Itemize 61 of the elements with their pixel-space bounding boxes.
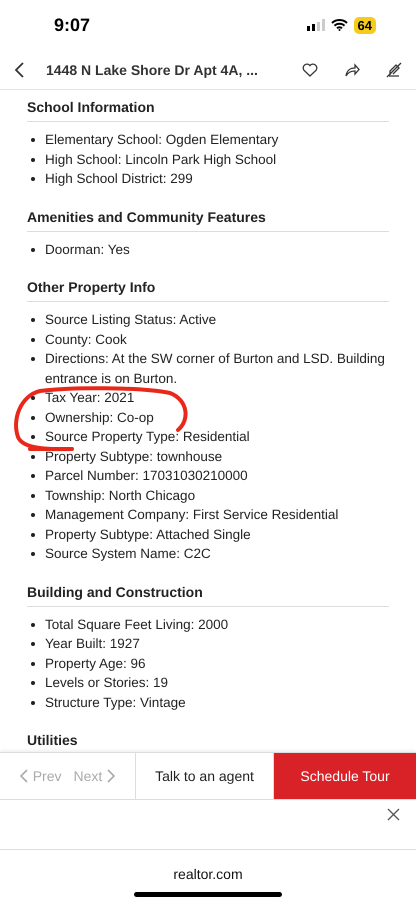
detail-text: Elementary School: Ogden Elementary bbox=[45, 131, 278, 149]
detail-text: Property Age: 96 bbox=[45, 654, 146, 673]
bullet-icon bbox=[31, 318, 35, 322]
agent-button[interactable]: Talk to an agent bbox=[136, 753, 274, 799]
signal-icon bbox=[306, 19, 325, 31]
clock-time: 9:07 bbox=[54, 14, 90, 36]
bullet-icon bbox=[31, 435, 35, 439]
section-heading: Amenities and Community Features bbox=[27, 200, 389, 232]
detail-text: Source Listing Status: Active bbox=[45, 311, 216, 329]
bullet-icon bbox=[31, 622, 35, 626]
bullet-icon bbox=[31, 158, 35, 162]
bullet-icon bbox=[31, 642, 35, 646]
detail-text: Parcel Number: 17031030210000 bbox=[45, 467, 248, 485]
detail-text: Doorman: Yes bbox=[45, 240, 130, 258]
battery-level: 64 bbox=[354, 16, 376, 34]
detail-text: Structure Type: Vintage bbox=[45, 694, 186, 712]
back-icon[interactable] bbox=[14, 62, 24, 78]
detail-text: Tax Year: 2021 bbox=[45, 389, 134, 407]
detail-text: Property Subtype: townhouse bbox=[45, 448, 222, 466]
schedule-tour-button[interactable]: Schedule Tour bbox=[274, 753, 416, 799]
bullet-icon bbox=[31, 357, 35, 361]
detail-text: County: Cook bbox=[45, 330, 127, 349]
detail-text: Year Built: 1927 bbox=[45, 635, 140, 653]
bullet-icon bbox=[31, 177, 35, 181]
detail-text: Ownership: Co-op bbox=[45, 408, 154, 427]
bullet-icon bbox=[31, 513, 35, 517]
bullet-icon bbox=[31, 396, 35, 400]
section-heading: School Information bbox=[27, 90, 389, 122]
bullet-icon bbox=[31, 138, 35, 142]
chevron-left-icon bbox=[18, 769, 28, 783]
bullet-icon bbox=[31, 532, 35, 536]
bullet-icon bbox=[31, 552, 35, 556]
bullet-icon bbox=[31, 416, 35, 420]
detail-text: Township: North Chicago bbox=[45, 486, 196, 505]
detail-text: High School: Lincoln Park High School bbox=[45, 150, 276, 169]
heart-icon[interactable] bbox=[302, 62, 318, 76]
browser-url[interactable]: realtor.com bbox=[173, 866, 243, 882]
bullet-icon bbox=[31, 474, 35, 478]
bullet-icon bbox=[31, 700, 35, 704]
detail-text: Total Square Feet Living: 2000 bbox=[45, 616, 228, 634]
hide-icon[interactable] bbox=[386, 62, 402, 78]
detail-text: Directions: At the SW corner of Burton and LSD. Building entrance is on Burton. bbox=[45, 350, 386, 388]
bullet-icon bbox=[31, 338, 35, 342]
wifi-icon bbox=[330, 19, 348, 31]
close-icon[interactable] bbox=[387, 808, 400, 821]
bullet-icon bbox=[31, 681, 35, 685]
bullet-icon bbox=[31, 494, 35, 498]
bullet-icon bbox=[31, 454, 35, 458]
detail-text: Source System Name: C2C bbox=[45, 545, 211, 563]
detail-text: Source Property Type: Residential bbox=[45, 428, 250, 446]
section-heading: Building and Construction bbox=[27, 574, 389, 606]
detail-text: Levels or Stories: 19 bbox=[45, 674, 168, 692]
chevron-right-icon bbox=[107, 769, 116, 783]
section-heading: Other Property Info bbox=[27, 270, 389, 302]
bullet-icon bbox=[31, 662, 35, 666]
detail-text: High School District: 299 bbox=[45, 170, 193, 188]
listing-address: 1448 N Lake Shore Dr Apt 4A, ... bbox=[46, 62, 259, 78]
detail-text: Management Company: First Service Residential bbox=[45, 506, 338, 524]
share-icon[interactable] bbox=[344, 62, 360, 78]
bullet-icon bbox=[31, 248, 35, 252]
detail-text: Property Subtype: Attached Single bbox=[45, 526, 251, 544]
